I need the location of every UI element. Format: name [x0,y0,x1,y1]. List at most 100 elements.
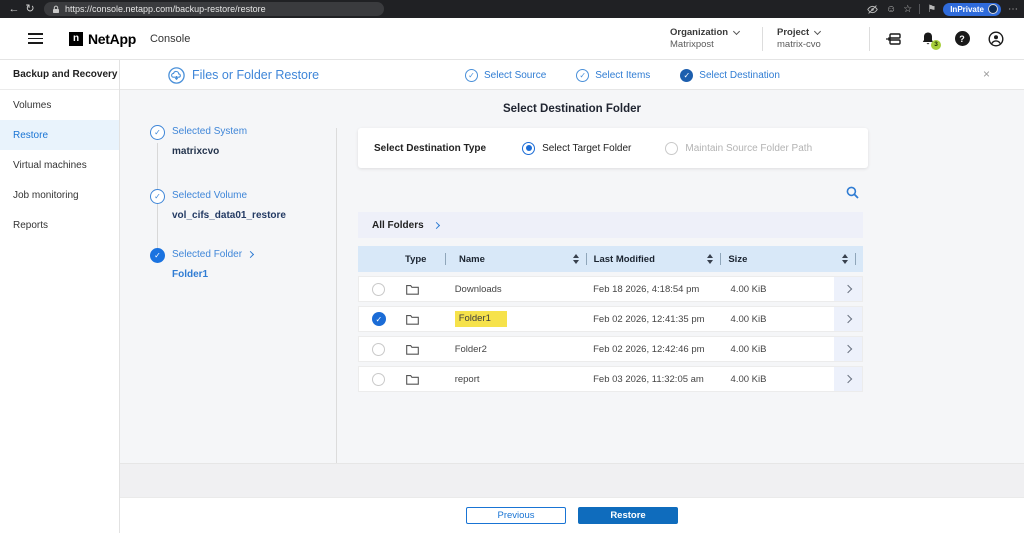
sidebar-item-virtual-machines[interactable]: Virtual machines [0,150,119,180]
restore-button[interactable]: Restore [578,507,678,524]
sidebar-item-reports[interactable]: Reports [0,210,119,240]
content-bottom-band [120,463,1024,497]
summary-value-folder: Folder1 [172,269,208,280]
browser-back-icon[interactable]: ← [6,0,22,18]
row-open-chevron[interactable] [834,337,862,361]
help-icon[interactable]: ? [952,29,972,49]
collections-icon[interactable]: ⚑ [927,4,936,15]
address-bar[interactable]: https://console.netapp.com/backup-restor… [44,2,384,16]
radio-select-target-folder[interactable]: Select Target Folder [522,142,631,155]
radio-unselected-icon [665,142,678,155]
summary-check-icon: ✓ [150,189,165,204]
folder-name: Folder2 [455,344,487,355]
folder-name-highlighted: Folder1 [455,311,507,327]
close-icon[interactable]: × [983,67,990,81]
previous-button[interactable]: Previous [466,507,566,524]
sidebar-item-volumes[interactable]: Volumes [0,90,119,120]
product-name: Console [150,33,190,45]
organization-value: Matrixpost [670,39,748,50]
step-select-source[interactable]: ✓ Select Source [465,69,546,82]
wizard-title-group: Files or Folder Restore [168,60,319,90]
row-open-chevron[interactable] [834,307,862,331]
chevron-right-icon [844,285,852,293]
lock-icon [52,5,60,14]
row-radio[interactable] [372,283,385,296]
inprivate-badge[interactable]: InPrivate [943,3,1001,16]
account-icon[interactable] [986,29,1006,49]
size: 4.00 KiB [731,284,819,295]
feedback-icon[interactable]: ☺ [886,4,896,15]
last-modified: Feb 02 2026, 12:42:46 pm [593,344,730,355]
folder-name: report [455,374,480,385]
project-selector[interactable]: Project matrix-cvo [777,27,855,50]
browser-refresh-icon[interactable]: ↻ [22,0,38,18]
table-row-folder2[interactable]: Folder2 Feb 02 2026, 12:42:46 pm 4.00 Ki… [358,336,863,362]
row-open-chevron[interactable] [834,367,862,391]
search-icon[interactable] [846,186,859,204]
summary-label-system: Selected System [172,126,247,137]
favorites-icon[interactable]: ☆ [903,4,912,15]
table-header: Type Name Last Modified Size [358,246,863,272]
netapp-logo[interactable]: n NetApp [69,31,136,47]
size: 4.00 KiB [731,374,819,385]
last-modified: Feb 03 2026, 11:32:05 am [593,374,730,385]
folder-icon [406,344,419,355]
url-text: https://console.netapp.com/backup-restor… [65,4,266,14]
summary-value-volume: vol_cifs_data01_restore [172,210,286,221]
chevron-down-icon [733,28,740,35]
chevron-down-icon [814,28,821,35]
divider [855,253,856,265]
organization-label: Organization [670,27,728,38]
sort-name-icon[interactable] [573,254,579,264]
table-row-report[interactable]: report Feb 03 2026, 11:32:05 am 4.00 KiB [358,366,863,392]
tracking-prevention-icon[interactable] [866,4,879,15]
divider [762,27,763,51]
browser-menu-icon[interactable]: ⋯ [1008,4,1018,15]
step-select-items[interactable]: ✓ Select Items [576,69,650,82]
sort-size-icon[interactable] [842,254,848,264]
app-header: n NetApp Console Organization Matrixpost… [0,18,1024,60]
last-modified: Feb 02 2026, 12:41:35 pm [593,314,730,325]
project-label: Project [777,27,809,38]
sort-modified-icon[interactable] [707,254,713,264]
sidebar-item-restore[interactable]: Restore [0,120,119,150]
row-radio[interactable] [372,343,385,356]
divider [336,128,337,463]
folder-icon [406,284,419,295]
folder-name: Downloads [455,284,502,295]
chevron-right-icon [844,315,852,323]
last-modified: Feb 18 2026, 4:18:54 pm [593,284,730,295]
chevron-right-icon [844,375,852,383]
netapp-logo-mark-icon: n [69,32,83,46]
breadcrumb-all-folders[interactable]: All Folders [372,220,424,231]
radio-selected-icon [522,142,535,155]
table-row-folder1[interactable]: ✓ Folder1 Feb 02 2026, 12:41:35 pm 4.00 … [358,306,863,332]
step-current-icon: ✓ [680,69,693,82]
radio-maintain-source-path[interactable]: Maintain Source Folder Path [665,142,812,155]
hamburger-menu-icon[interactable] [28,33,43,44]
browser-bar: ← ↻ https://console.netapp.com/backup-re… [0,0,1024,18]
folder-breadcrumb-bar: All Folders [358,212,863,238]
summary-link-folder[interactable]: Selected Folder [172,249,253,260]
table-row-downloads[interactable]: Downloads Feb 18 2026, 4:18:54 pm 4.00 K… [358,276,863,302]
notifications-bell-icon[interactable]: 3 [918,29,938,49]
step-label: Select Source [484,70,546,81]
destination-type-label: Select Destination Type [374,143,486,154]
brand-name: NetApp [88,31,136,47]
row-radio[interactable] [372,373,385,386]
destination-type-card: Select Destination Type Select Target Fo… [358,128,868,168]
row-selected-check-icon[interactable]: ✓ [372,312,386,326]
divider [919,4,920,14]
connector-icon[interactable] [884,29,904,49]
organization-selector[interactable]: Organization Matrixpost [670,27,748,50]
divider [869,27,870,51]
wizard-steps: ✓ Select Source ✓ Select Items ✓ Select … [465,60,780,90]
row-open-chevron[interactable] [834,277,862,301]
folder-icon [406,314,419,325]
step-select-destination[interactable]: ✓ Select Destination [680,69,780,82]
step-done-icon: ✓ [576,69,589,82]
chevron-right-icon [844,345,852,353]
sidebar-item-job-monitoring[interactable]: Job monitoring [0,180,119,210]
divider [445,253,446,265]
notification-count-badge: 3 [931,40,941,50]
